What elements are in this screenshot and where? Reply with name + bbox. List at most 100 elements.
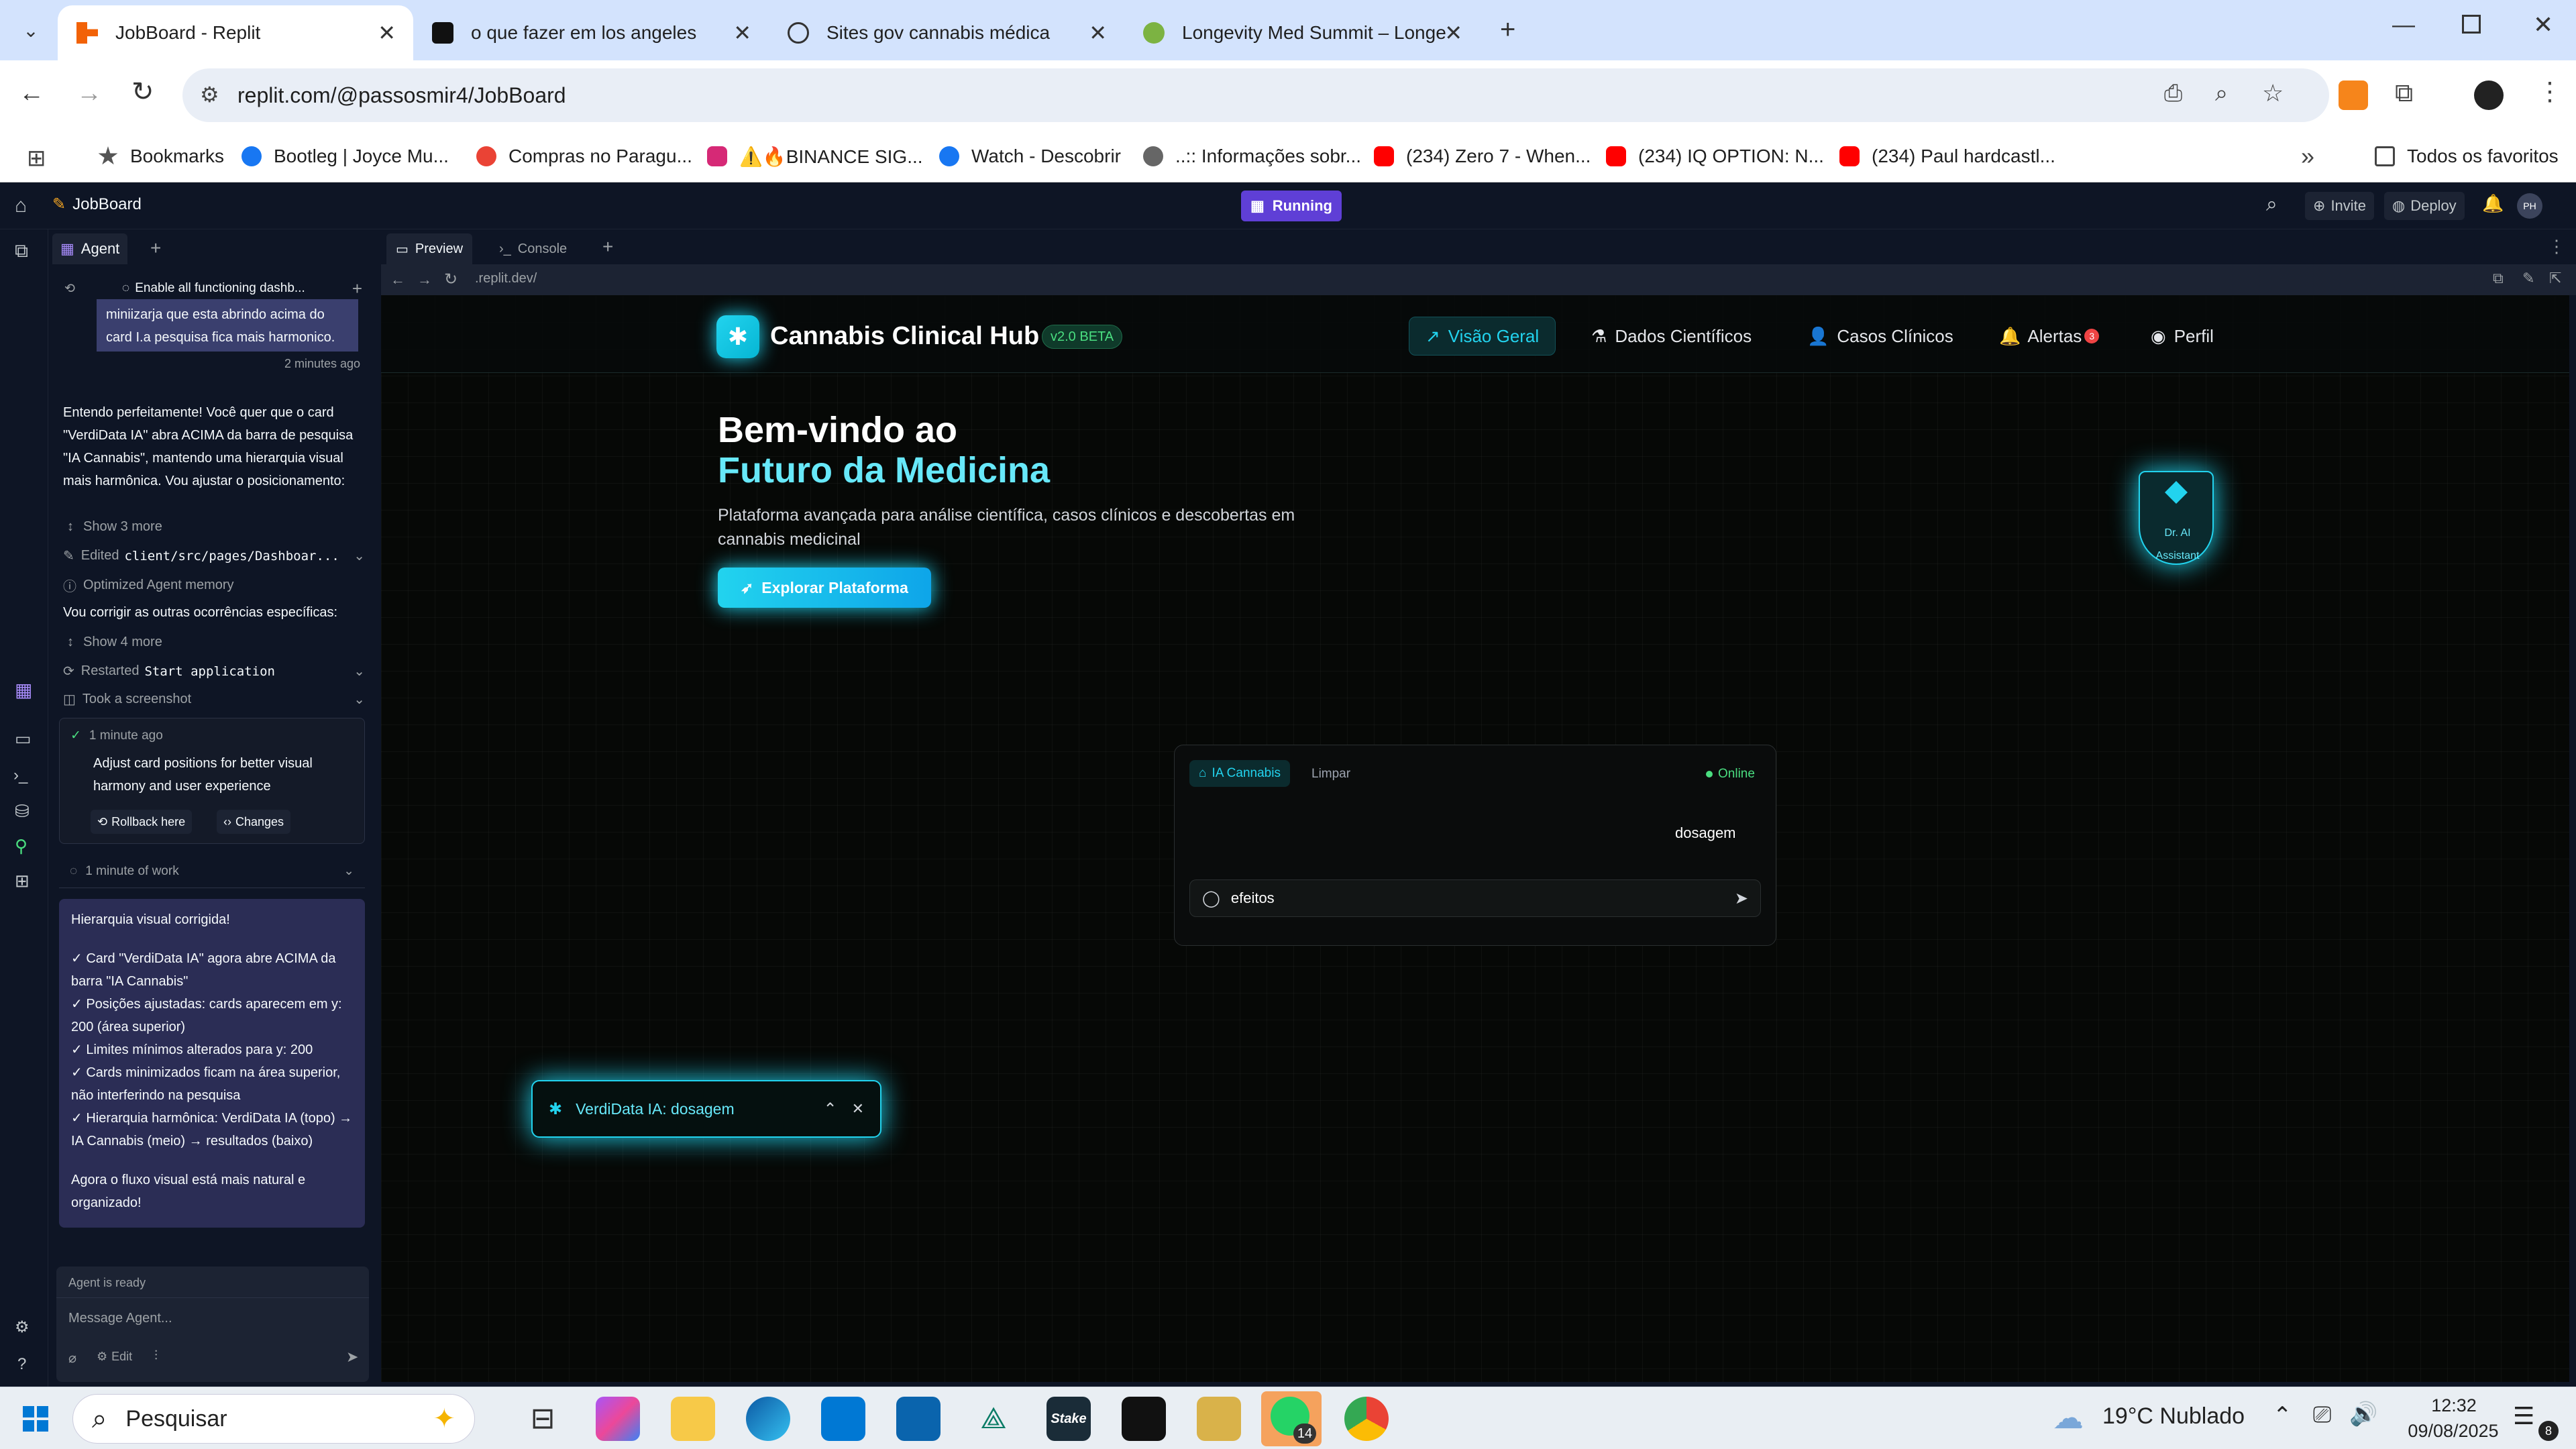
bookmark-item[interactable]: (234) Zero 7 - When... [1374,130,1591,182]
menu-kebab-icon[interactable]: ⋮ [2537,76,2563,107]
site-info-icon[interactable]: ⚙ [200,82,219,107]
weather-text[interactable]: 19°C Nublado [2102,1403,2245,1430]
all-tools-icon[interactable]: ⊞ [15,871,30,892]
bookmark-item[interactable]: Bootleg | Joyce Mu... [241,130,449,182]
url-text[interactable]: replit.com/@passosmir4/JobBoard [237,83,566,108]
bookmark-star-icon[interactable]: ☆ [2262,79,2284,107]
nav-visao-geral[interactable]: ↗ Visão Geral [1409,317,1556,356]
whatsapp-taskbar-button[interactable]: 14 [1261,1391,1322,1446]
edited-file-row[interactable]: ✎ Edited client/src/pages/Dashboar... ⌄ [63,547,365,564]
ai-assistant-widget[interactable]: Dr. AI Assistant [2139,471,2214,565]
screenshot-row[interactable]: ◫ Took a screenshot ⌄ [63,691,365,708]
start-icon[interactable] [23,1406,48,1432]
install-icon[interactable]: ⎙ [2164,80,2182,107]
clear-button[interactable]: Limpar [1311,767,1350,782]
settings-icon[interactable]: ⚙ [15,1318,30,1337]
tab-agent[interactable]: ▦ Agent [52,233,128,264]
close-tab-icon[interactable]: ✕ [1089,20,1107,46]
bookmark-item[interactable]: Watch - Descobrir [939,130,1121,182]
devices-icon[interactable]: ⧉ [2493,270,2504,287]
task-view-icon[interactable]: ⊟ [521,1397,565,1441]
close-tab-icon[interactable]: ✕ [378,20,396,46]
settings-sliders-icon[interactable]: ⫶ [154,1348,158,1364]
copilot-icon[interactable] [596,1397,640,1441]
new-tab-icon[interactable]: + [150,237,161,259]
forward-icon[interactable]: → [76,79,102,108]
explore-platform-button[interactable]: ➶ Explorar Plataforma [718,568,931,608]
preview-url[interactable]: .replit.dev/ [475,271,537,286]
minimize-icon[interactable]: — [2392,12,2415,38]
back-icon[interactable]: ← [19,79,44,108]
profile-avatar[interactable] [2474,80,2504,110]
verdidata-minimized-card[interactable]: ✱ VerdiData IA: dosagem ⌃ ✕ [531,1080,881,1138]
close-tab-icon[interactable]: ✕ [733,20,751,46]
tray-chevron-up-icon[interactable]: ⌃ [2273,1402,2292,1429]
archive-app-icon[interactable] [1197,1397,1241,1441]
bookmark-item[interactable]: (234) Paul hardcastl... [1839,130,2055,182]
back-icon[interactable]: ← [390,271,405,288]
close-icon[interactable]: ✕ [852,1100,864,1118]
rollback-button[interactable]: ⟲ Rollback here [91,810,193,834]
store-icon[interactable] [821,1397,865,1441]
history-icon[interactable]: ⟲ [64,281,75,297]
restart-row[interactable]: ⟳ Restarted Start application ⌄ [63,663,365,680]
nav-alertas[interactable]: 🔔 Alertas 3 [1999,317,2100,356]
agent-message-input[interactable]: Message Agent... [68,1311,172,1326]
secrets-icon[interactable]: ⚲ [15,836,28,857]
bookmark-item[interactable]: (234) IQ OPTION: N... [1606,130,1824,182]
outlook-icon[interactable] [896,1397,941,1441]
home-icon[interactable]: ⌂ [15,195,27,217]
logo-leaf-icon[interactable]: ✱ [716,315,759,358]
browser-tab-3[interactable]: Sites gov cannabis médica ✕ [769,5,1124,60]
agent-icon[interactable]: ▦ [15,679,32,701]
zoom-icon[interactable]: ⌕ [2215,80,2228,107]
nav-perfil[interactable]: ◉ Perfil [2151,317,2214,356]
close-window-icon[interactable]: ✕ [2533,11,2553,39]
send-icon[interactable]: ➤ [1735,889,1748,908]
restore-icon[interactable] [2462,15,2481,34]
bookmark-item[interactable]: ⚠️🔥BINANCE SIG... [707,130,923,182]
browser-tab-2[interactable]: o que fazer em los angeles ✕ [413,5,769,60]
address-bar[interactable]: ⚙ replit.com/@passosmir4/JobBoard ⎙ ⌕ ☆ [182,68,2329,122]
weather-cloud-icon[interactable]: ☁ [2053,1399,2084,1436]
bookmark-item[interactable]: ..:: Informações sobr... [1143,130,1361,182]
terminal-app-icon[interactable] [1122,1397,1166,1441]
clock-date[interactable]: 09/08/2025 [2390,1421,2517,1442]
run-button[interactable]: ▦ Running [1241,191,1342,221]
preview-icon[interactable]: ▭ [15,729,32,749]
metamask-icon[interactable] [2339,80,2368,110]
notifications-bell-icon[interactable]: 🔔 [2482,193,2504,214]
new-tab-icon[interactable]: + [602,236,613,258]
browser-tab-4[interactable]: Longevity Med Summit – Longe ✕ [1124,5,1480,60]
notification-center-icon[interactable]: ☰ [2513,1402,2534,1430]
show-more-button[interactable]: ↕ Show 3 more [67,519,162,535]
network-icon[interactable]: ⎚ [2313,1402,2331,1428]
file-explorer-icon[interactable] [671,1397,715,1441]
deploy-button[interactable]: ◍ Deploy [2384,192,2465,220]
shell-icon[interactable]: ›_ [13,766,28,785]
bookmark-item[interactable]: Bookmarks [98,130,224,182]
forward-icon[interactable]: → [417,271,432,288]
nav-casos-clinicos[interactable]: 👤 Casos Clínicos [1807,317,1953,356]
bookmark-item[interactable]: Compras no Paragu... [476,130,692,182]
reload-icon[interactable]: ↻ [444,270,458,289]
apps-grid-icon[interactable]: ⊞ [27,145,46,172]
tab-preview[interactable]: ▭ Preview [386,233,473,264]
new-thread-icon[interactable]: + [352,278,362,299]
changes-button[interactable]: ‹› Changes [217,810,291,834]
help-icon[interactable]: ? [17,1355,26,1374]
edge-icon[interactable] [746,1397,790,1441]
app-icon[interactable]: ⟁ [971,1397,1016,1441]
reload-icon[interactable]: ↻ [131,76,154,107]
send-icon[interactable]: ➤ [346,1348,358,1366]
edit-mode-button[interactable]: ⚙ Edit [97,1350,132,1364]
new-tab-icon[interactable]: + [1500,15,1515,45]
invite-button[interactable]: ⊕ Invite [2305,192,2375,220]
attach-icon[interactable]: ⌀ [68,1350,76,1366]
brand-name[interactable]: Cannabis Clinical Hub [770,322,1039,351]
search-icon[interactable]: ⌕ [2266,193,2277,216]
clock-time[interactable]: 12:32 [2414,1395,2494,1416]
ia-cannabis-tag[interactable]: ⌂ IA Cannabis [1189,760,1290,787]
close-tab-icon[interactable]: ✕ [1444,20,1462,46]
tab-search-chevron-icon[interactable]: ⌄ [15,15,47,47]
